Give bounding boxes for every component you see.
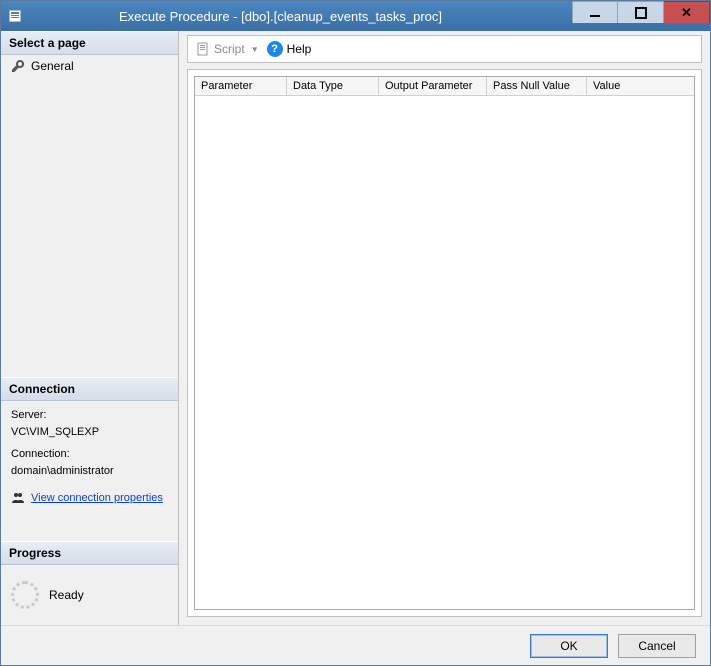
sidebar-item-label: General	[31, 59, 74, 73]
footer: OK Cancel	[1, 625, 710, 665]
col-value[interactable]: Value	[587, 77, 694, 95]
progress-header: Progress	[1, 541, 178, 565]
minimize-button[interactable]	[572, 1, 618, 23]
col-parameter[interactable]: Parameter	[195, 77, 287, 95]
view-connection-link[interactable]: View connection properties	[31, 492, 163, 504]
app-icon	[7, 8, 23, 24]
server-value: VC\VIM_SQLEXP	[11, 424, 168, 441]
cancel-button[interactable]: Cancel	[618, 634, 696, 658]
progress-block: Ready	[1, 565, 178, 625]
help-label: Help	[287, 42, 312, 56]
connection-label: Connection:	[11, 446, 168, 463]
wrench-icon	[11, 59, 25, 73]
ok-button[interactable]: OK	[530, 634, 608, 658]
parameter-grid[interactable]: Parameter Data Type Output Parameter Pas…	[194, 76, 695, 610]
help-icon: ?	[267, 41, 283, 57]
window-title: Execute Procedure - [dbo].[cleanup_event…	[29, 9, 572, 24]
sidebar-item-general[interactable]: General	[1, 55, 178, 77]
grid-container: Parameter Data Type Output Parameter Pas…	[187, 69, 702, 617]
main-pane: Script ▼ ? Help Parameter Data Type Outp…	[179, 31, 710, 625]
script-icon	[196, 42, 210, 56]
titlebar: Execute Procedure - [dbo].[cleanup_event…	[1, 1, 710, 31]
connection-value: domain\administrator	[11, 463, 168, 480]
col-data-type[interactable]: Data Type	[287, 77, 379, 95]
help-button[interactable]: ? Help	[267, 41, 312, 57]
col-output-parameter[interactable]: Output Parameter	[379, 77, 487, 95]
grid-header-row: Parameter Data Type Output Parameter Pas…	[195, 77, 694, 96]
spinner-icon	[11, 581, 39, 609]
select-page-header: Select a page	[1, 31, 178, 55]
maximize-button[interactable]	[618, 1, 664, 23]
connection-info: Server: VC\VIM_SQLEXP Connection: domain…	[1, 401, 178, 485]
sidebar: Select a page General Connection Server:…	[1, 31, 179, 625]
toolbar: Script ▼ ? Help	[187, 35, 702, 63]
script-label: Script	[214, 42, 245, 56]
progress-status: Ready	[49, 588, 84, 602]
server-label: Server:	[11, 407, 168, 424]
people-icon	[11, 491, 25, 505]
col-pass-null[interactable]: Pass Null Value	[487, 77, 587, 95]
connection-header: Connection	[1, 377, 178, 401]
chevron-down-icon: ▼	[251, 45, 259, 54]
script-button[interactable]: Script ▼	[196, 42, 259, 56]
close-button[interactable]: ✕	[664, 1, 710, 23]
grid-body	[195, 96, 694, 609]
